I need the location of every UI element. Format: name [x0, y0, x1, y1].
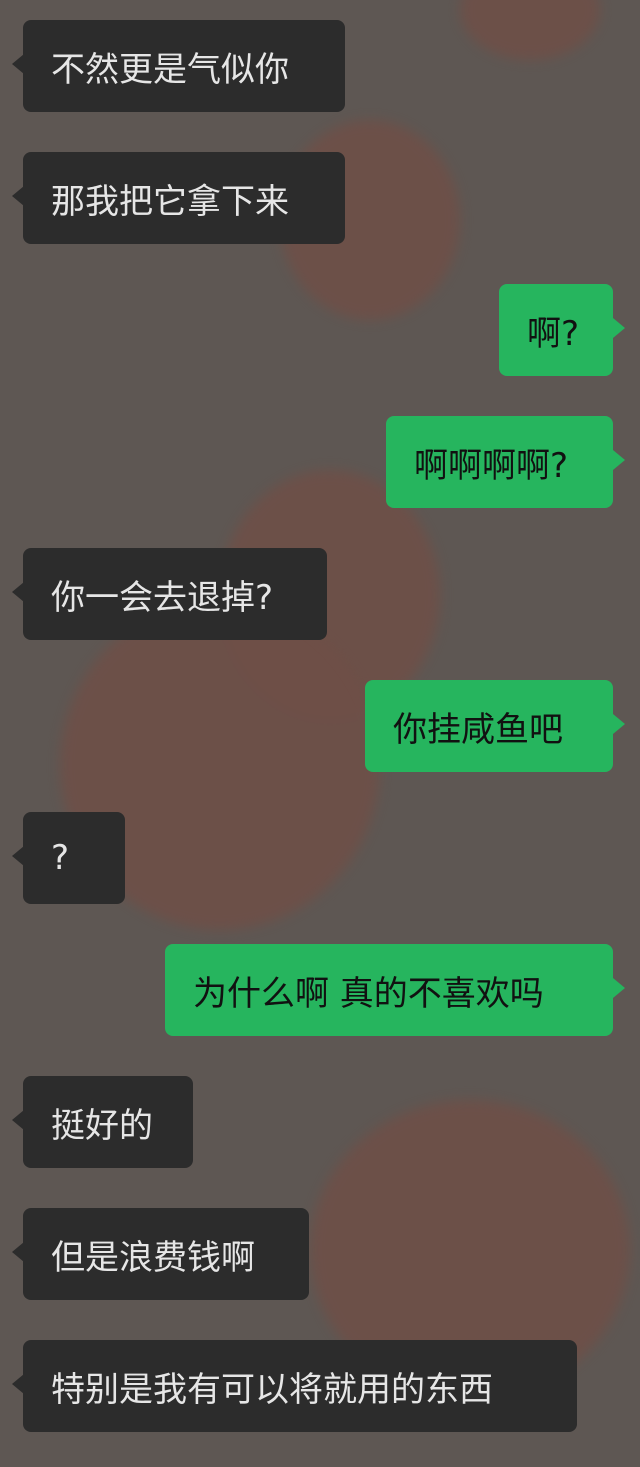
- message-text: 挺好的: [51, 1105, 153, 1146]
- message-text: 那我把它拿下来: [51, 181, 289, 222]
- message-text: 啊啊啊啊?: [414, 445, 569, 486]
- incoming-message-bubble[interactable]: 挺好的: [23, 1076, 193, 1168]
- message-row: 挺好的: [0, 1076, 640, 1168]
- message-row: 啊啊啊啊?: [0, 416, 640, 508]
- bubble-tail: [613, 714, 625, 734]
- message-text: 你挂咸鱼吧: [393, 709, 563, 750]
- incoming-message-bubble[interactable]: 你一会去退掉?: [23, 548, 327, 640]
- incoming-message-bubble[interactable]: 但是浪费钱啊: [23, 1208, 309, 1300]
- chat-message-list: 不然更是气似你 那我把它拿下来 啊? 啊啊啊啊? 你一会去退掉? 你挂咸鱼吧 ?…: [0, 0, 640, 1467]
- message-text: 不然更是气似你: [51, 49, 289, 90]
- outgoing-message-bubble[interactable]: 你挂咸鱼吧: [365, 680, 613, 772]
- message-row: 不然更是气似你: [0, 20, 640, 112]
- message-row: 特别是我有可以将就用的东西: [0, 1340, 640, 1432]
- incoming-message-bubble[interactable]: 那我把它拿下来: [23, 152, 345, 244]
- message-text: 但是浪费钱啊: [51, 1237, 255, 1278]
- message-row: 那我把它拿下来: [0, 152, 640, 244]
- message-text: ?: [51, 838, 70, 878]
- incoming-message-bubble[interactable]: 不然更是气似你: [23, 20, 345, 112]
- bubble-tail: [613, 318, 625, 338]
- message-text: 啊?: [527, 313, 580, 354]
- incoming-message-bubble[interactable]: ?: [23, 812, 125, 904]
- incoming-message-bubble[interactable]: 特别是我有可以将就用的东西: [23, 1340, 577, 1432]
- message-row: 你一会去退掉?: [0, 548, 640, 640]
- message-row: 啊?: [0, 284, 640, 376]
- outgoing-message-bubble[interactable]: 啊?: [499, 284, 613, 376]
- bubble-tail: [613, 978, 625, 998]
- outgoing-message-bubble[interactable]: 啊啊啊啊?: [386, 416, 613, 508]
- outgoing-message-bubble[interactable]: 为什么啊 真的不喜欢吗: [165, 944, 613, 1036]
- message-text: 特别是我有可以将就用的东西: [51, 1369, 493, 1410]
- message-row: 你挂咸鱼吧: [0, 680, 640, 772]
- bubble-tail: [613, 450, 625, 470]
- message-row: 为什么啊 真的不喜欢吗: [0, 944, 640, 1036]
- message-text: 你一会去退掉?: [51, 577, 274, 618]
- message-row: ?: [0, 812, 640, 904]
- message-row: 但是浪费钱啊: [0, 1208, 640, 1300]
- message-text: 为什么啊 真的不喜欢吗: [193, 973, 544, 1014]
